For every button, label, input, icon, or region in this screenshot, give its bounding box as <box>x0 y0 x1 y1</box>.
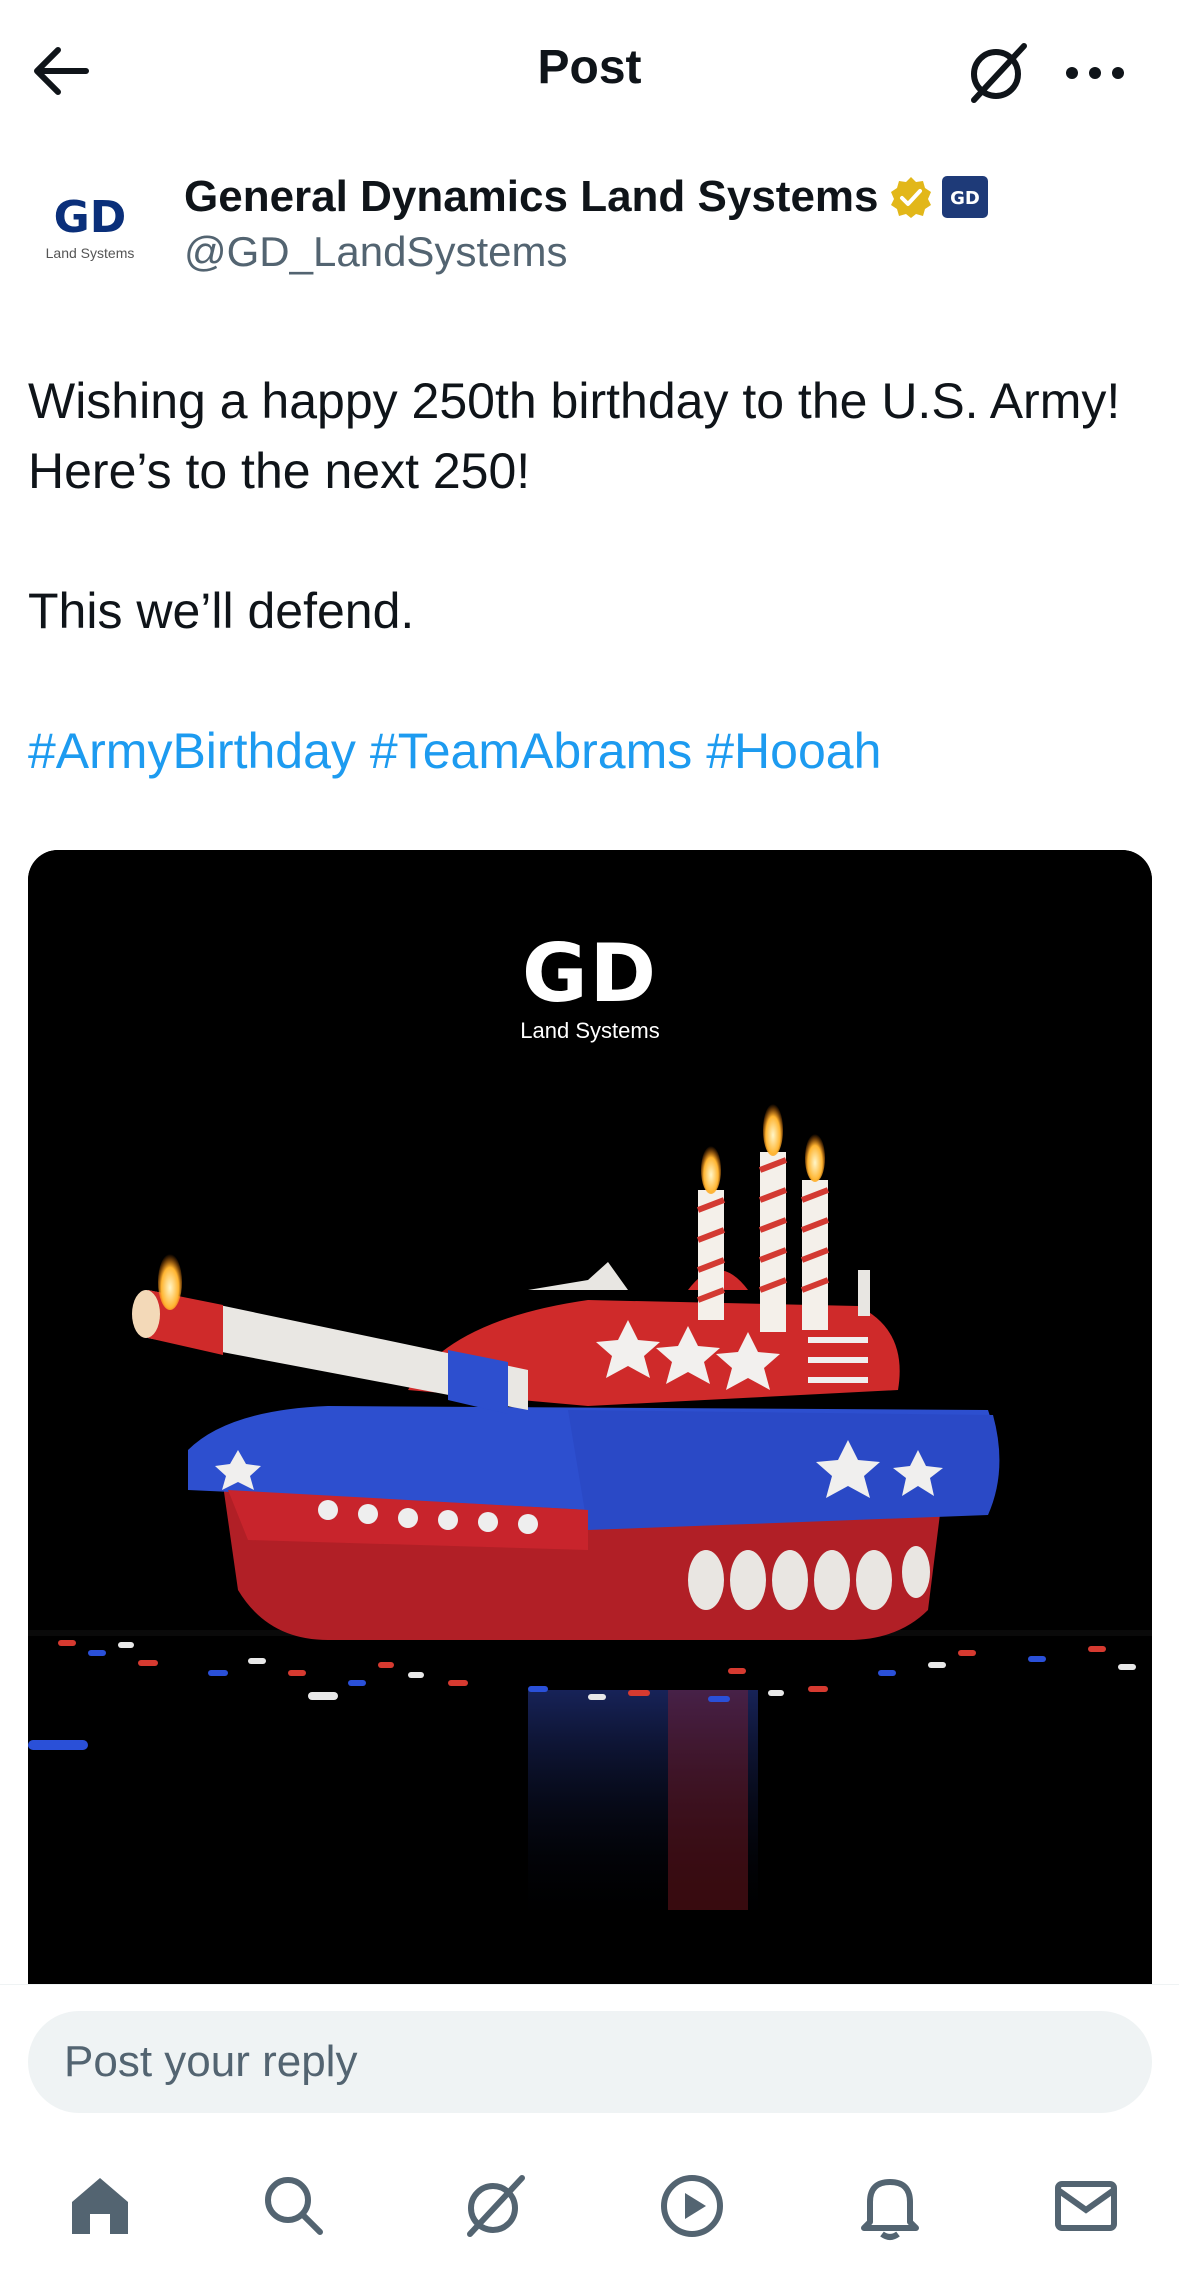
grok-button[interactable] <box>962 38 1032 108</box>
post-line: Wishing a happy 250th birthday to the U.… <box>28 373 1121 429</box>
hashtags: #ArmyBirthday #TeamAbrams #Hooah <box>28 716 1158 786</box>
more-icon <box>1066 67 1124 79</box>
post-line: This we’ll defend. <box>28 583 415 639</box>
tab-grok[interactable] <box>458 2170 530 2242</box>
avatar[interactable]: GD Land Systems <box>28 180 152 276</box>
tab-messages[interactable] <box>1050 2170 1122 2242</box>
avatar-logo-subtext: Land Systems <box>46 245 135 261</box>
tab-search[interactable] <box>258 2170 330 2242</box>
verified-badge-icon <box>890 177 931 218</box>
post-text: Wishing a happy 250th birthday to the U.… <box>28 366 1158 786</box>
media-logo-subtext: Land Systems <box>520 1018 660 1043</box>
post-author: GD Land Systems General Dynamics Land Sy… <box>28 168 1148 288</box>
media-logo: GD Land Systems <box>28 934 1152 1044</box>
mail-icon <box>1055 2181 1117 2231</box>
author-handle[interactable]: @GD_LandSystems <box>184 228 567 276</box>
search-icon <box>265 2177 323 2235</box>
more-button[interactable] <box>1062 40 1128 106</box>
tab-video[interactable] <box>656 2170 728 2242</box>
grok-icon <box>971 43 1027 103</box>
affiliate-badge-text: GD <box>950 188 980 209</box>
post-line: Here’s to the next 250! <box>28 443 531 499</box>
tab-notifications[interactable] <box>854 2170 926 2242</box>
post-media-image[interactable]: GD Land Systems <box>28 850 1152 2000</box>
reply-input[interactable]: Post your reply <box>28 2011 1152 2113</box>
name-row: General Dynamics Land Systems GD <box>184 172 989 222</box>
reply-bar: Post your reply <box>0 1984 1179 2114</box>
bell-icon <box>861 2179 919 2240</box>
affiliate-badge-icon: GD <box>941 176 988 218</box>
hashtag-link[interactable]: #Hooah <box>706 723 881 779</box>
grok-icon <box>467 2175 525 2237</box>
tab-home[interactable] <box>64 2170 136 2242</box>
avatar-logo-text: GD <box>54 192 127 243</box>
top-bar: Post <box>0 0 1179 140</box>
media-logo-text: GD <box>521 927 659 1020</box>
home-icon <box>72 2178 128 2234</box>
author-name[interactable]: General Dynamics Land Systems <box>184 172 879 222</box>
hashtag-link[interactable]: #ArmyBirthday <box>28 723 356 779</box>
play-icon <box>661 2175 723 2237</box>
bottom-tab-bar <box>0 2140 1179 2292</box>
hashtag-link[interactable]: #TeamAbrams <box>370 723 692 779</box>
